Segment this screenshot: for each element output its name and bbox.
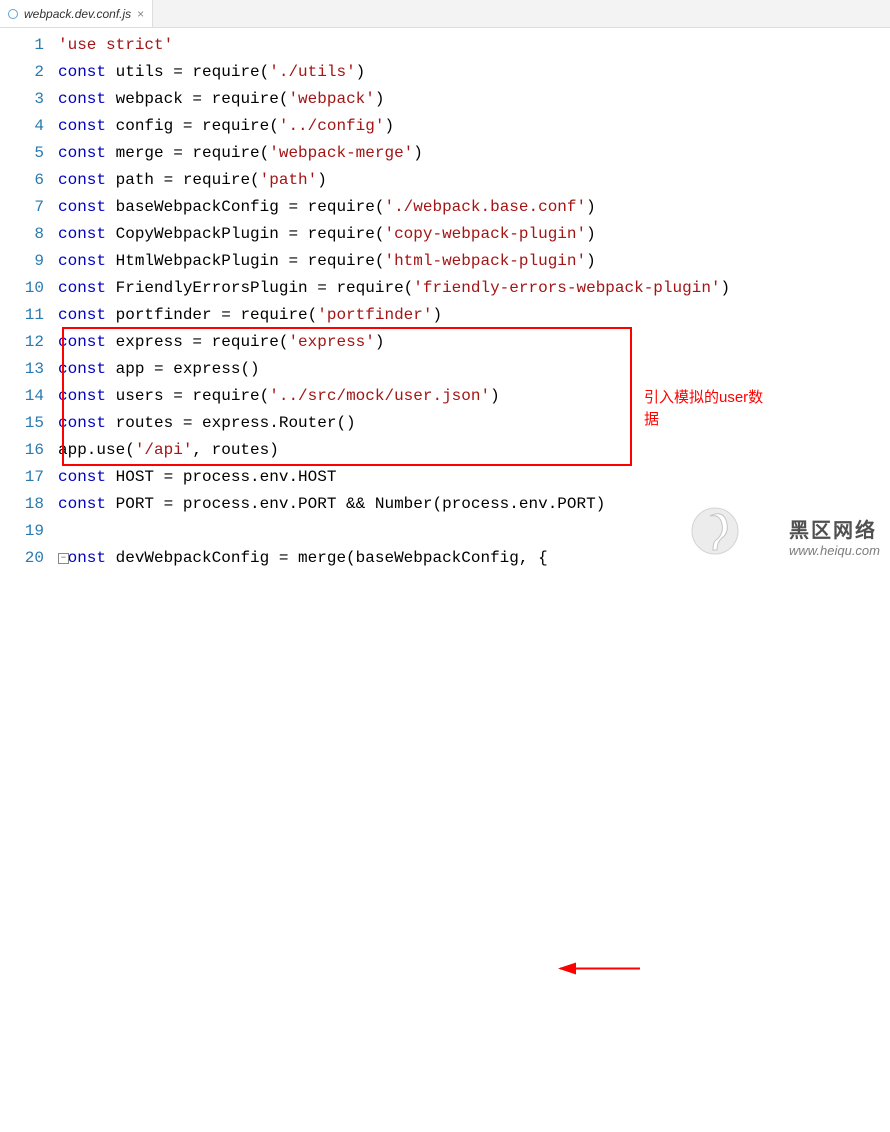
code-line[interactable]: 'use strict' [58, 32, 890, 59]
code-line[interactable]: const HOST = process.env.HOST [58, 464, 890, 491]
code-line[interactable]: const FriendlyErrorsPlugin = require('fr… [58, 275, 890, 302]
line-number: 20 [0, 545, 44, 572]
line-number: 5 [0, 140, 44, 167]
code-line[interactable]: const webpack = require('webpack') [58, 86, 890, 113]
annotation-text-line2: 据 [644, 409, 763, 431]
line-number: 12 [0, 329, 44, 356]
line-number: 4 [0, 113, 44, 140]
code-line[interactable]: const routes = express.Router() [58, 410, 890, 437]
line-number: 19 [0, 518, 44, 545]
code-line[interactable]: const CopyWebpackPlugin = require('copy-… [58, 221, 890, 248]
code-content[interactable]: 'use strict'const utils = require('./uti… [58, 28, 890, 572]
code-line[interactable]: const portfinder = require('portfinder') [58, 302, 890, 329]
line-number: 14 [0, 383, 44, 410]
code-line[interactable]: const app = express() [58, 356, 890, 383]
line-number-gutter: 1234567891011121314151617181920 [0, 28, 58, 572]
fold-icon[interactable]: − [58, 553, 69, 564]
line-number: 9 [0, 248, 44, 275]
watermark-logo [690, 506, 740, 556]
code-line[interactable]: const users = require('../src/mock/user.… [58, 383, 890, 410]
code-line[interactable]: const PORT = process.env.PORT && Number(… [58, 491, 890, 518]
line-number: 13 [0, 356, 44, 383]
code-line[interactable] [58, 518, 890, 545]
annotation-label: 引入模拟的user数 据 [644, 387, 763, 431]
line-number: 15 [0, 410, 44, 437]
code-line[interactable]: const devWebpackConfig = merge(baseWebpa… [58, 545, 890, 572]
code-line[interactable]: const config = require('../config') [58, 113, 890, 140]
line-number: 10 [0, 275, 44, 302]
line-number: 3 [0, 86, 44, 113]
line-number: 18 [0, 491, 44, 518]
line-number: 16 [0, 437, 44, 464]
watermark-brand: 黑区网络 [789, 514, 880, 543]
code-line[interactable]: app.use('/api', routes) [58, 437, 890, 464]
code-line[interactable]: const utils = require('./utils') [58, 59, 890, 86]
line-number: 11 [0, 302, 44, 329]
code-line[interactable]: const HtmlWebpackPlugin = require('html-… [58, 248, 890, 275]
line-number: 7 [0, 194, 44, 221]
close-icon[interactable]: × [137, 7, 144, 21]
code-editor[interactable]: 1234567891011121314151617181920 'use str… [0, 28, 890, 572]
annotation-text-line1: 引入模拟的user数 [644, 387, 763, 409]
code-line[interactable]: const express = require('express') [58, 329, 890, 356]
file-type-icon [8, 9, 18, 19]
line-number: 8 [0, 221, 44, 248]
editor-tab[interactable]: webpack.dev.conf.js × [0, 0, 153, 27]
line-number: 6 [0, 167, 44, 194]
line-number: 2 [0, 59, 44, 86]
code-line[interactable]: const path = require('path') [58, 167, 890, 194]
tab-bar: webpack.dev.conf.js × [0, 0, 890, 28]
line-number: 1 [0, 32, 44, 59]
code-line[interactable]: const baseWebpackConfig = require('./web… [58, 194, 890, 221]
watermark-text: 黑区网络 www.heiqu.com [789, 514, 880, 558]
line-number: 17 [0, 464, 44, 491]
annotation-arrow [0, 572, 890, 1132]
watermark-url: www.heiqu.com [789, 543, 880, 558]
code-line[interactable]: const merge = require('webpack-merge') [58, 140, 890, 167]
tab-filename: webpack.dev.conf.js [24, 7, 131, 21]
